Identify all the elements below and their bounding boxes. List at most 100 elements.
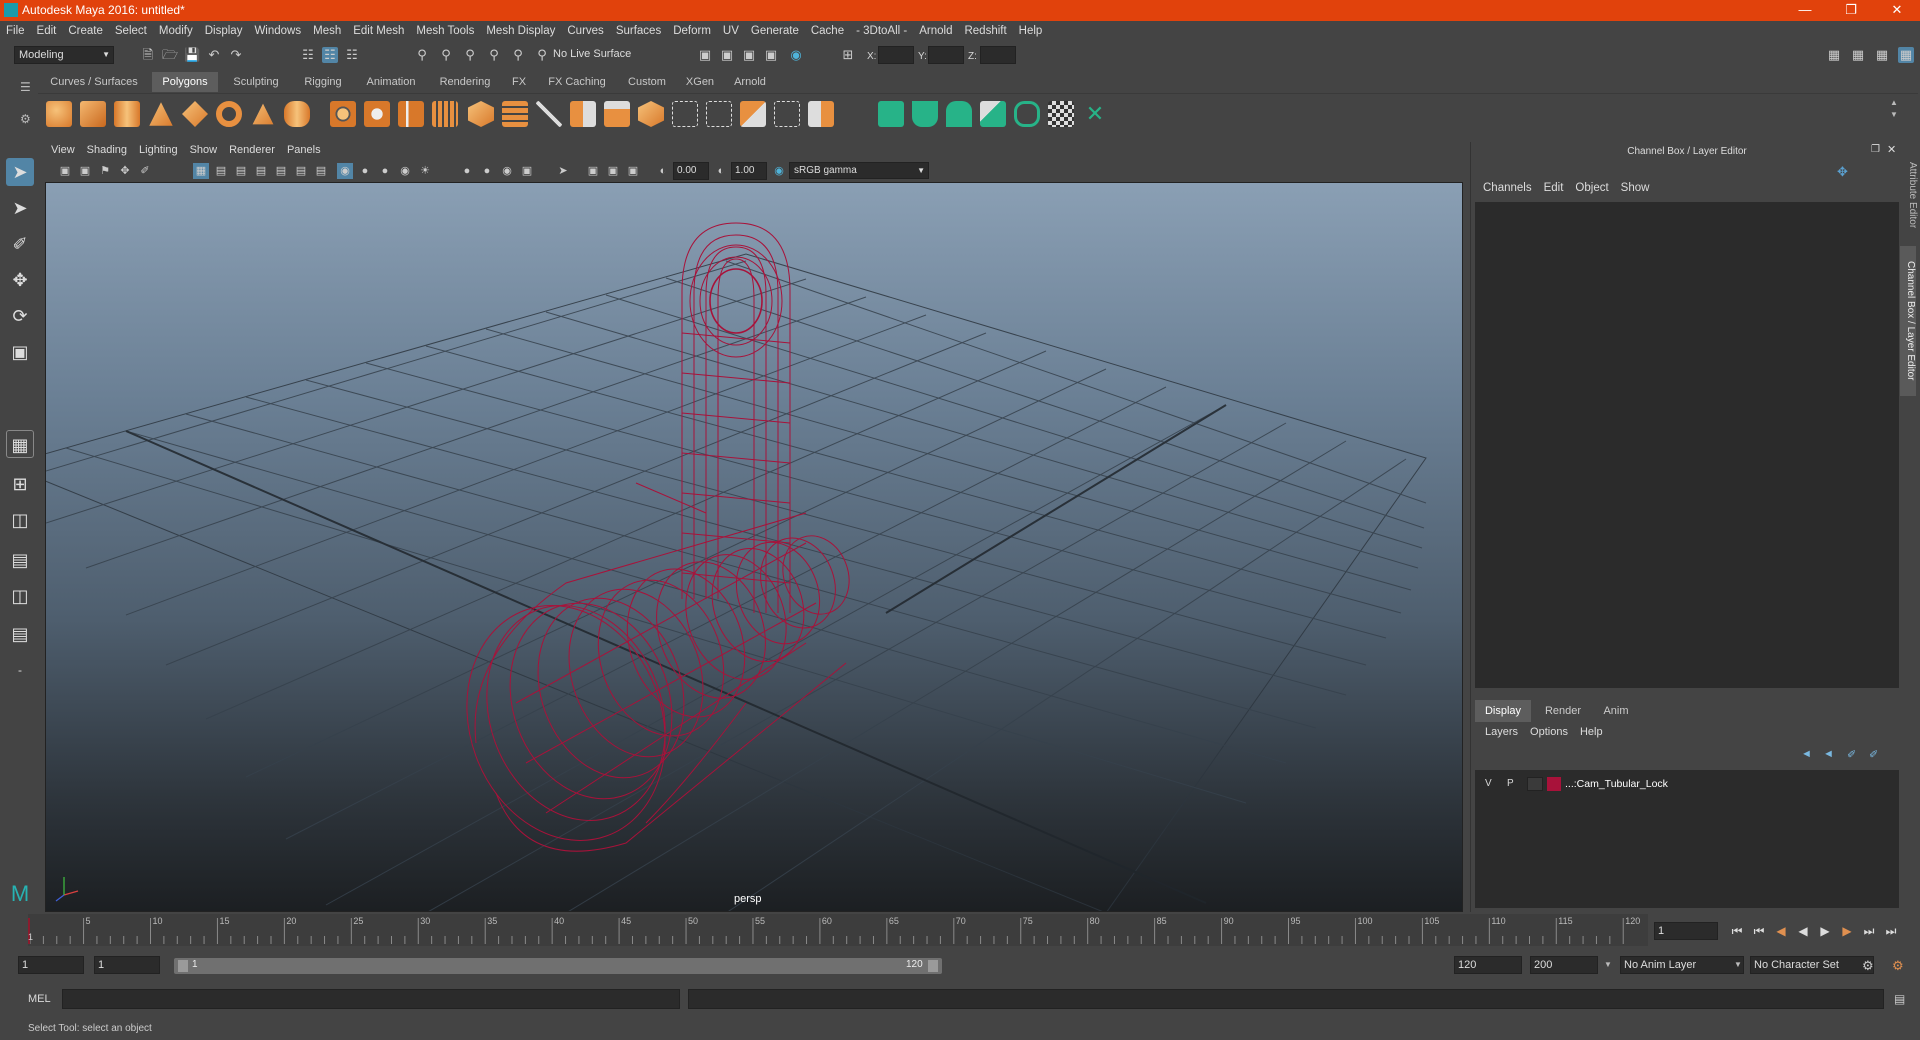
float-panel-icon[interactable]: ❐: [1871, 144, 1880, 155]
use-all-lights-icon[interactable]: ☀: [417, 163, 433, 179]
menu-deform[interactable]: Deform: [667, 21, 717, 37]
insert-edge-loop-icon[interactable]: [706, 101, 732, 127]
close-button[interactable]: ✕: [1874, 0, 1920, 21]
attribute-editor-toggle-icon[interactable]: ▦: [1850, 47, 1866, 63]
menu-edit-mesh[interactable]: Edit Mesh: [347, 21, 410, 37]
step-forward-frame-icon[interactable]: ▶: [1838, 922, 1856, 940]
select-object-icon[interactable]: ☷: [322, 47, 338, 63]
menu-display[interactable]: Display: [199, 21, 249, 37]
menu-mesh-display[interactable]: Mesh Display: [480, 21, 561, 37]
uv-automatic-icon[interactable]: [980, 101, 1006, 127]
shelf-scroll-down-icon[interactable]: ▼: [1890, 110, 1898, 119]
menu-select[interactable]: Select: [109, 21, 153, 37]
vp-menu-show[interactable]: Show: [184, 142, 224, 158]
y-input[interactable]: [928, 46, 964, 64]
image-plane-icon[interactable]: ✥: [117, 163, 133, 179]
layer-playback-toggle[interactable]: P: [1507, 778, 1514, 789]
command-input[interactable]: [62, 989, 680, 1009]
combine-icon[interactable]: [330, 101, 356, 127]
multi-cut-icon[interactable]: [536, 101, 562, 127]
open-scene-icon[interactable]: 🗁: [162, 47, 178, 63]
menu-windows[interactable]: Windows: [248, 21, 307, 37]
shelf-tab-polygons[interactable]: Polygons: [152, 72, 218, 92]
side-tab-channel-box[interactable]: Channel Box / Layer Editor: [1900, 246, 1916, 396]
live-surface-field[interactable]: No Live Surface: [550, 46, 650, 64]
current-frame-input[interactable]: 1: [1654, 922, 1718, 940]
tool-settings-icon[interactable]: ▦: [1874, 47, 1890, 63]
range-start-handle[interactable]: [178, 960, 188, 972]
close-panel-icon[interactable]: ✕: [1887, 143, 1896, 156]
step-back-frame-icon[interactable]: ◀: [1772, 922, 1790, 940]
end-time-input[interactable]: 200: [1530, 956, 1598, 974]
menu-3dtoall[interactable]: - 3DtoAll -: [850, 21, 913, 37]
le-menu-options[interactable]: Options: [1524, 726, 1574, 738]
save-scene-icon[interactable]: 💾: [184, 47, 200, 63]
snap-surface-icon[interactable]: ⚲: [510, 47, 526, 63]
time-slider[interactable]: 1 5 10 15 20 25 30 35 40 45 50 55 60 65 70 75 80 85 90 95 1…: [28, 914, 1648, 946]
channel-box-toggle-icon[interactable]: ▦: [1898, 47, 1914, 63]
separate-icon[interactable]: [364, 101, 390, 127]
shelf-tab-xgen[interactable]: XGen: [680, 72, 720, 92]
gate-mask-icon[interactable]: ▤: [253, 163, 269, 179]
menu-mesh[interactable]: Mesh: [307, 21, 347, 37]
film-gate-icon[interactable]: ▤: [213, 163, 229, 179]
minimize-button[interactable]: —: [1782, 0, 1828, 21]
range-end-handle[interactable]: [928, 960, 938, 972]
mirror-icon[interactable]: [468, 101, 494, 127]
modeling-toolkit-icon[interactable]: ▦: [1826, 47, 1842, 63]
menu-edit[interactable]: Edit: [31, 21, 63, 37]
shelf-tab-custom[interactable]: Custom: [622, 72, 672, 92]
merge-icon[interactable]: [740, 101, 766, 127]
isolate-select-icon[interactable]: ➤: [555, 163, 571, 179]
command-language-label[interactable]: MEL: [28, 993, 51, 1005]
bookmark-icon[interactable]: ⚑: [97, 163, 113, 179]
vp-menu-lighting[interactable]: Lighting: [133, 142, 184, 158]
cb-menu-channels[interactable]: Channels: [1477, 182, 1538, 194]
xray-joints-icon[interactable]: ▣: [605, 163, 621, 179]
cb-menu-show[interactable]: Show: [1615, 182, 1656, 194]
safe-action-icon[interactable]: ▤: [293, 163, 309, 179]
layer-row[interactable]: V P ...:Cam_Tubular_Lock: [1483, 776, 1893, 792]
menu-create[interactable]: Create: [62, 21, 109, 37]
poly-pipe-icon[interactable]: [284, 101, 310, 127]
cb-menu-edit[interactable]: Edit: [1538, 182, 1570, 194]
camera-attributes-icon[interactable]: ▣: [77, 163, 93, 179]
single-pane-layout-icon[interactable]: ▦: [6, 430, 34, 458]
start-time-input[interactable]: 1: [18, 956, 84, 974]
snap-view-plane-icon[interactable]: ⚲: [486, 47, 502, 63]
menu-generate[interactable]: Generate: [745, 21, 805, 37]
chevron-down-icon[interactable]: ▼: [1734, 960, 1742, 969]
shelf-tab-animation[interactable]: Animation: [358, 72, 424, 92]
le-menu-layers[interactable]: Layers: [1479, 726, 1524, 738]
shadows-icon[interactable]: ●: [459, 163, 475, 179]
vp-menu-view[interactable]: View: [45, 142, 81, 158]
z-input[interactable]: [980, 46, 1016, 64]
anim-layer-dropdown[interactable]: No Anim Layer: [1620, 956, 1744, 974]
x-input[interactable]: [878, 46, 914, 64]
menu-uv[interactable]: UV: [717, 21, 745, 37]
motion-blur-icon[interactable]: ◉: [499, 163, 515, 179]
select-hierarchy-icon[interactable]: ☷: [300, 47, 316, 63]
shelf-scroll-up-icon[interactable]: ▲: [1890, 98, 1898, 107]
snap-point-icon[interactable]: ⚲: [462, 47, 478, 63]
target-weld-icon[interactable]: [774, 101, 800, 127]
persp-outliner-layout-icon[interactable]: ▤: [6, 546, 34, 574]
script-editor-icon[interactable]: ▤: [1894, 992, 1905, 1006]
reduce-icon[interactable]: [432, 101, 458, 127]
menu-redshift[interactable]: Redshift: [958, 21, 1012, 37]
step-back-key-icon[interactable]: ⏮: [1750, 922, 1768, 940]
exposure-input[interactable]: 0.00: [673, 162, 709, 180]
layout-menu-icon[interactable]: -: [6, 656, 34, 684]
xray-components-icon[interactable]: ▣: [625, 163, 641, 179]
playback-end-input[interactable]: 120: [1454, 956, 1522, 974]
play-forward-icon[interactable]: ▶: [1816, 922, 1834, 940]
playback-start-input[interactable]: 1: [94, 956, 160, 974]
poly-cylinder-icon[interactable]: [114, 101, 140, 127]
perspective-viewport[interactable]: persp: [45, 182, 1463, 912]
uv-editor-icon[interactable]: ✕: [1082, 101, 1108, 127]
menu-file[interactable]: File: [0, 21, 31, 37]
new-layer-selected-icon[interactable]: ✐: [1869, 748, 1878, 761]
snap-curve-icon[interactable]: ⚲: [438, 47, 454, 63]
uv-checker-icon[interactable]: [1048, 101, 1074, 127]
menu-curves[interactable]: Curves: [561, 21, 609, 37]
